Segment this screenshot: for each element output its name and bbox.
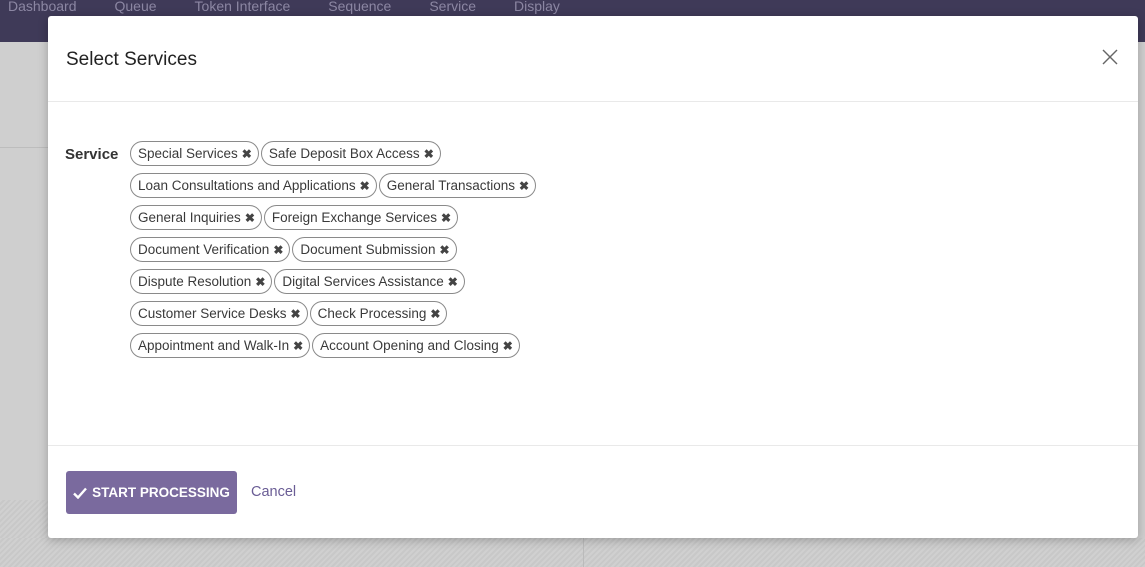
service-tag: General Transactions ✖ bbox=[378, 173, 537, 198]
service-tag: Special Services ✖ bbox=[130, 141, 259, 166]
service-tag-label: Account Opening and Closing bbox=[320, 338, 499, 353]
tag-row: Loan Consultations and Applications ✖ Gene… bbox=[130, 173, 670, 198]
remove-tag-icon[interactable]: ✖ bbox=[424, 147, 434, 161]
service-tag: Foreign Exchange Services ✖ bbox=[263, 205, 459, 230]
service-tag: General Inquiries ✖ bbox=[130, 205, 262, 230]
start-processing-button[interactable]: START PROCESSING bbox=[66, 471, 237, 514]
service-tag-label: General Inquiries bbox=[138, 210, 241, 225]
service-tag-label: General Transactions bbox=[386, 178, 516, 193]
remove-tag-icon[interactable]: ✖ bbox=[439, 243, 449, 257]
service-tag-label: Check Processing bbox=[317, 306, 427, 321]
remove-tag-icon[interactable]: ✖ bbox=[360, 179, 370, 193]
service-tag-label: Foreign Exchange Services bbox=[271, 210, 437, 225]
remove-tag-icon[interactable]: ✖ bbox=[293, 339, 303, 353]
start-processing-label: START PROCESSING bbox=[92, 485, 230, 500]
remove-tag-icon[interactable]: ✖ bbox=[242, 147, 252, 161]
background-hatch bbox=[0, 500, 48, 538]
close-icon bbox=[1102, 49, 1118, 65]
service-field-label: Service bbox=[65, 146, 119, 163]
background-divider bbox=[583, 538, 584, 567]
service-tag: Account Opening and Closing ✖ bbox=[312, 333, 520, 358]
select-services-modal: Select Services Service Special Services… bbox=[48, 16, 1138, 538]
service-tag: Document Submission ✖ bbox=[292, 237, 457, 262]
service-tag-label: Digital Services Assistance bbox=[282, 274, 444, 289]
service-tag: Customer Service Desks ✖ bbox=[130, 301, 308, 326]
service-tag: Loan Consultations and Applications ✖ bbox=[130, 173, 377, 198]
service-tag-label: Appointment and Walk-In bbox=[138, 338, 290, 353]
service-tag-label: Special Services bbox=[138, 146, 238, 161]
modal-header: Select Services bbox=[48, 16, 1138, 102]
remove-tag-icon[interactable]: ✖ bbox=[273, 243, 283, 257]
service-tag-label: Safe Deposit Box Access bbox=[268, 146, 420, 161]
service-tag: Safe Deposit Box Access ✖ bbox=[260, 141, 441, 166]
service-tag: Appointment and Walk-In ✖ bbox=[130, 333, 311, 358]
background-nav-item: Sequence bbox=[328, 0, 392, 14]
checkmark-icon bbox=[73, 487, 88, 499]
remove-tag-icon[interactable]: ✖ bbox=[503, 339, 513, 353]
tag-row: Document Verification ✖ Document Submissio… bbox=[130, 237, 670, 262]
service-tag-label: Document Submission bbox=[300, 242, 436, 257]
background-nav-item: Dashboard bbox=[8, 0, 77, 14]
background-nav-item: Token Interface bbox=[194, 0, 291, 14]
cancel-link[interactable]: Cancel bbox=[251, 484, 296, 500]
tag-row: General Inquiries ✖ Foreign Exchange Servi… bbox=[130, 205, 670, 230]
remove-tag-icon[interactable]: ✖ bbox=[441, 211, 451, 225]
remove-tag-icon[interactable]: ✖ bbox=[291, 307, 301, 321]
tag-row: Dispute Resolution ✖ Digital Services Assi… bbox=[130, 269, 670, 294]
service-tag: Check Processing ✖ bbox=[309, 301, 448, 326]
service-tag-label: Dispute Resolution bbox=[138, 274, 252, 289]
remove-tag-icon[interactable]: ✖ bbox=[519, 179, 529, 193]
service-tags-input[interactable]: Special Services ✖ Safe Deposit Box Access… bbox=[130, 141, 670, 358]
service-tag: Digital Services Assistance ✖ bbox=[274, 269, 465, 294]
modal-footer: START PROCESSING Cancel bbox=[48, 445, 1138, 538]
background-nav-item: Queue bbox=[114, 0, 157, 14]
background-nav-item: Service bbox=[429, 0, 477, 14]
remove-tag-icon[interactable]: ✖ bbox=[448, 275, 458, 289]
service-tag-label: Loan Consultations and Applications bbox=[138, 178, 356, 193]
tag-row: Appointment and Walk-In ✖ Account Opening … bbox=[130, 333, 670, 358]
service-tag-label: Customer Service Desks bbox=[138, 306, 287, 321]
modal-title: Select Services bbox=[66, 49, 197, 70]
background-hatch bbox=[0, 538, 1145, 567]
service-tag-label: Document Verification bbox=[138, 242, 270, 257]
modal-body: Service Special Services ✖ Safe Deposit Bo… bbox=[48, 103, 1138, 445]
service-tag: Dispute Resolution ✖ bbox=[130, 269, 273, 294]
close-button[interactable] bbox=[1098, 44, 1122, 70]
tag-row: Special Services ✖ Safe Deposit Box Access… bbox=[130, 141, 670, 166]
tag-row: Customer Service Desks ✖ Check Processing ✖ bbox=[130, 301, 670, 326]
background-nav-item: Display bbox=[514, 0, 560, 14]
background-divider bbox=[0, 147, 48, 148]
remove-tag-icon[interactable]: ✖ bbox=[245, 211, 255, 225]
service-tag: Document Verification ✖ bbox=[130, 237, 291, 262]
remove-tag-icon[interactable]: ✖ bbox=[430, 307, 440, 321]
remove-tag-icon[interactable]: ✖ bbox=[255, 275, 265, 289]
